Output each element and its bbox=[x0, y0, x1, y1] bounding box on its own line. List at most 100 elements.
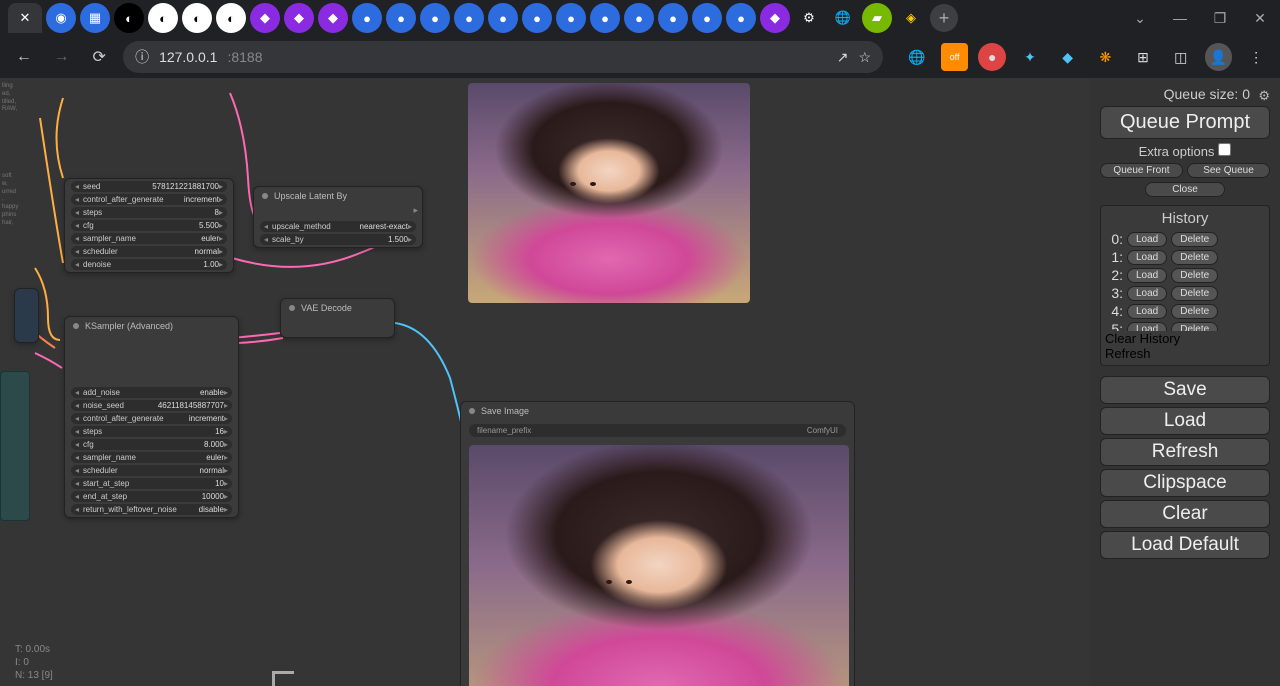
history-load-button[interactable]: Load bbox=[1127, 304, 1167, 319]
clear-history-button[interactable]: Clear History bbox=[1105, 331, 1265, 346]
node-param-row[interactable]: ◂return_with_leftover_noisedisable▸ bbox=[71, 504, 232, 515]
load-default-button[interactable]: Load Default bbox=[1100, 531, 1270, 559]
chevron-right-icon[interactable]: ▸ bbox=[219, 247, 223, 256]
tab-github[interactable]: ◐ bbox=[216, 3, 246, 33]
chevron-right-icon[interactable]: ▸ bbox=[224, 505, 228, 514]
history-delete-button[interactable]: Delete bbox=[1171, 322, 1218, 332]
node-param-row[interactable]: ◂seed578121221881700▸ bbox=[71, 181, 227, 192]
ext-icon[interactable]: ● bbox=[978, 43, 1006, 71]
node-param-row[interactable]: ◂schedulernormal▸ bbox=[71, 246, 227, 257]
chevron-right-icon[interactable]: ▸ bbox=[408, 222, 412, 231]
forward-button[interactable]: → bbox=[48, 43, 76, 71]
queue-prompt-button[interactable]: Queue Prompt bbox=[1100, 106, 1270, 139]
chevron-right-icon[interactable]: ▸ bbox=[219, 234, 223, 243]
load-button[interactable]: Load bbox=[1100, 407, 1270, 435]
tab-favicon[interactable]: ● bbox=[658, 3, 688, 33]
dropdown-icon[interactable]: ⌄ bbox=[1120, 3, 1160, 33]
history-delete-button[interactable]: Delete bbox=[1171, 232, 1218, 247]
history-delete-button[interactable]: Delete bbox=[1171, 268, 1218, 283]
resize-handle[interactable] bbox=[272, 671, 294, 686]
node-edge[interactable] bbox=[14, 288, 39, 343]
history-load-button[interactable]: Load bbox=[1127, 232, 1167, 247]
tab-favicon[interactable]: ● bbox=[556, 3, 586, 33]
refresh-history-button[interactable]: Refresh bbox=[1105, 346, 1265, 361]
history-delete-button[interactable]: Delete bbox=[1171, 250, 1218, 265]
minimize-button[interactable]: — bbox=[1160, 3, 1200, 33]
tab-active[interactable]: ✕ bbox=[8, 3, 42, 33]
ext-icon[interactable]: 🌐 bbox=[903, 43, 931, 71]
tab-favicon[interactable]: ● bbox=[352, 3, 382, 33]
node-param-row[interactable]: ◂control_after_generateincrement▸ bbox=[71, 194, 227, 205]
node-vae-decode[interactable]: VAE Decode bbox=[280, 298, 395, 338]
node-param-row[interactable]: ◂sampler_nameeuler▸ bbox=[71, 233, 227, 244]
node-param-row[interactable]: ◂scale_by1.500▸ bbox=[260, 234, 416, 245]
ext-icon[interactable]: ✦ bbox=[1016, 43, 1044, 71]
node-param-row[interactable]: ◂end_at_step10000▸ bbox=[71, 491, 232, 502]
menu-icon[interactable]: ⋮ bbox=[1242, 43, 1270, 71]
node-ksampler-advanced[interactable]: KSampler (Advanced) ◂add_noiseenable▸◂no… bbox=[64, 316, 239, 518]
chevron-right-icon[interactable]: ▸ bbox=[219, 208, 223, 217]
output-image[interactable] bbox=[469, 445, 849, 686]
node-param-row[interactable]: ◂cfg8.000▸ bbox=[71, 439, 232, 450]
clear-button[interactable]: Clear bbox=[1100, 500, 1270, 528]
info-icon[interactable]: ⓘ bbox=[135, 47, 149, 67]
node-param-row[interactable]: ◂sampler_nameeuler▸ bbox=[71, 452, 232, 463]
chevron-right-icon[interactable]: ▸ bbox=[219, 182, 223, 191]
node-param-row[interactable]: ◂schedulernormal▸ bbox=[71, 465, 232, 476]
share-icon[interactable]: ↗ bbox=[837, 49, 849, 66]
profile-icon[interactable]: 👤 bbox=[1205, 43, 1233, 71]
tab-favicon[interactable]: ▰ bbox=[862, 3, 892, 33]
tab-favicon[interactable]: ● bbox=[624, 3, 654, 33]
tab-favicon[interactable]: ● bbox=[488, 3, 518, 33]
extensions-icon[interactable]: ⊞ bbox=[1129, 43, 1157, 71]
tab-favicon[interactable]: ◆ bbox=[284, 3, 314, 33]
tab-settings[interactable]: ⚙ bbox=[794, 3, 824, 33]
node-param-row[interactable]: ◂upscale_methodnearest-exact▸ bbox=[260, 221, 416, 232]
node-param-row[interactable]: ◂denoise1.00▸ bbox=[71, 259, 227, 270]
chevron-right-icon[interactable]: ▸ bbox=[219, 260, 223, 269]
tab-favicon[interactable]: ◆ bbox=[318, 3, 348, 33]
chevron-right-icon[interactable]: ▸ bbox=[224, 388, 228, 397]
ext-icon[interactable]: ◆ bbox=[1054, 43, 1082, 71]
node-upscale-latent[interactable]: Upscale Latent By ▸ ◂upscale_methodneare… bbox=[253, 186, 423, 248]
chevron-right-icon[interactable]: ▸ bbox=[219, 195, 223, 204]
tab-favicon[interactable]: ● bbox=[522, 3, 552, 33]
close-button[interactable]: Close bbox=[1145, 182, 1225, 197]
tab-favicon[interactable]: ● bbox=[454, 3, 484, 33]
close-window-button[interactable]: ✕ bbox=[1240, 3, 1280, 33]
tab-favicon[interactable]: ● bbox=[726, 3, 756, 33]
chevron-right-icon[interactable]: ▸ bbox=[224, 466, 228, 475]
node-param-row[interactable]: ◂noise_seed462118145887707▸ bbox=[71, 400, 232, 411]
tab-favicon[interactable]: ● bbox=[420, 3, 450, 33]
chevron-right-icon[interactable]: ▸ bbox=[224, 440, 228, 449]
tab-favicon[interactable]: 🌐 bbox=[828, 3, 858, 33]
chevron-right-icon[interactable]: ▸ bbox=[224, 492, 228, 501]
tab-github[interactable]: ◐ bbox=[148, 3, 178, 33]
history-list[interactable]: 0:LoadDelete1:LoadDelete2:LoadDelete3:Lo… bbox=[1105, 231, 1265, 331]
tab-favicon[interactable]: ● bbox=[590, 3, 620, 33]
node-param-row[interactable]: ◂steps8▸ bbox=[71, 207, 227, 218]
close-icon[interactable]: ✕ bbox=[20, 10, 31, 26]
node-save-image[interactable]: Save Image filename_prefix ComfyUI bbox=[460, 401, 855, 686]
chevron-right-icon[interactable]: ▸ bbox=[224, 453, 228, 462]
gear-icon[interactable]: ⚙ bbox=[1258, 88, 1270, 104]
ext-icon[interactable]: ❋ bbox=[1092, 43, 1120, 71]
node-ksampler[interactable]: ◂seed578121221881700▸ ◂control_after_gene… bbox=[64, 178, 234, 273]
new-tab-button[interactable]: + bbox=[930, 4, 958, 32]
sidepanel-icon[interactable]: ◫ bbox=[1167, 43, 1195, 71]
history-load-button[interactable]: Load bbox=[1127, 322, 1167, 332]
node-param-row[interactable]: ◂cfg5.500▸ bbox=[71, 220, 227, 231]
tab-favicon[interactable]: ▦ bbox=[80, 3, 110, 33]
tab-favicon[interactable]: ● bbox=[692, 3, 722, 33]
node-param-row[interactable]: ◂steps16▸ bbox=[71, 426, 232, 437]
prompt-node[interactable] bbox=[0, 371, 30, 521]
node-param-row[interactable]: ◂add_noiseenable▸ bbox=[71, 387, 232, 398]
chevron-right-icon[interactable]: ▸ bbox=[224, 414, 228, 423]
refresh-button[interactable]: Refresh bbox=[1100, 438, 1270, 466]
node-canvas[interactable]: lling ed, tilled, RAW, soft w, urred , h… bbox=[0, 78, 1090, 686]
history-delete-button[interactable]: Delete bbox=[1171, 286, 1218, 301]
see-queue-button[interactable]: See Queue bbox=[1187, 163, 1270, 178]
history-delete-button[interactable]: Delete bbox=[1171, 304, 1218, 319]
preview-image[interactable] bbox=[468, 83, 750, 303]
tab-favicon[interactable]: ● bbox=[386, 3, 416, 33]
